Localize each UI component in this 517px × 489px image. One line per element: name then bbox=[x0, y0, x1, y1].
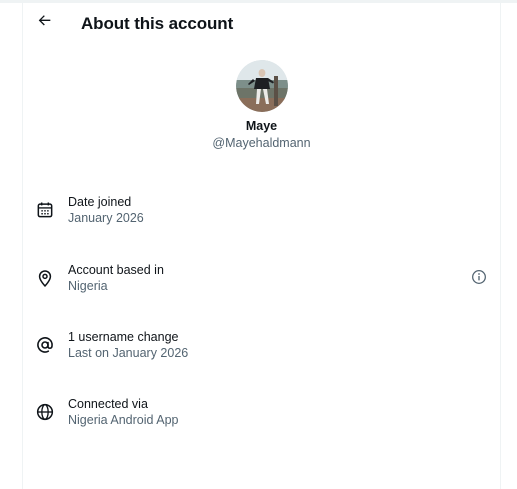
detail-row-connected-via: Connected via Nigeria Android App bbox=[23, 396, 500, 436]
back-button[interactable] bbox=[34, 9, 56, 31]
about-account-page: About this account Maye @Mayehaldmann Da… bbox=[0, 0, 517, 489]
page-title: About this account bbox=[81, 14, 234, 33]
detail-label: 1 username change bbox=[68, 330, 179, 344]
detail-row-date-joined: Date joined January 2026 bbox=[23, 194, 500, 234]
detail-text: Date joined January 2026 bbox=[68, 194, 144, 226]
detail-label: Date joined bbox=[68, 195, 132, 209]
globe-icon bbox=[36, 403, 54, 421]
detail-text: Connected via Nigeria Android App bbox=[68, 396, 179, 428]
main-panel: About this account Maye @Mayehaldmann Da… bbox=[22, 0, 501, 489]
detail-row-username-change: 1 username change Last on January 2026 bbox=[23, 329, 500, 369]
detail-value: Last on January 2026 bbox=[68, 346, 189, 360]
info-icon[interactable] bbox=[471, 269, 487, 285]
detail-value: Nigeria Android App bbox=[68, 413, 179, 427]
page-header: About this account bbox=[23, 3, 500, 45]
detail-label: Connected via bbox=[68, 397, 148, 411]
avatar[interactable] bbox=[235, 60, 288, 112]
calendar-icon bbox=[37, 202, 53, 218]
detail-label: Account based in bbox=[68, 263, 164, 277]
at-sign-icon bbox=[37, 337, 53, 353]
location-pin-icon bbox=[38, 270, 52, 287]
detail-row-account-based-in: Account based in Nigeria bbox=[23, 262, 500, 302]
username-handle: @Mayehaldmann bbox=[212, 136, 311, 150]
detail-text: 1 username change Last on January 2026 bbox=[68, 329, 188, 361]
detail-text: Account based in Nigeria bbox=[68, 262, 164, 294]
detail-value: Nigeria bbox=[68, 279, 108, 293]
arrow-left-icon bbox=[38, 15, 51, 26]
display-name: Maye bbox=[245, 119, 278, 133]
detail-value: January 2026 bbox=[68, 211, 144, 225]
profile-summary: Maye @Mayehaldmann bbox=[23, 60, 500, 150]
